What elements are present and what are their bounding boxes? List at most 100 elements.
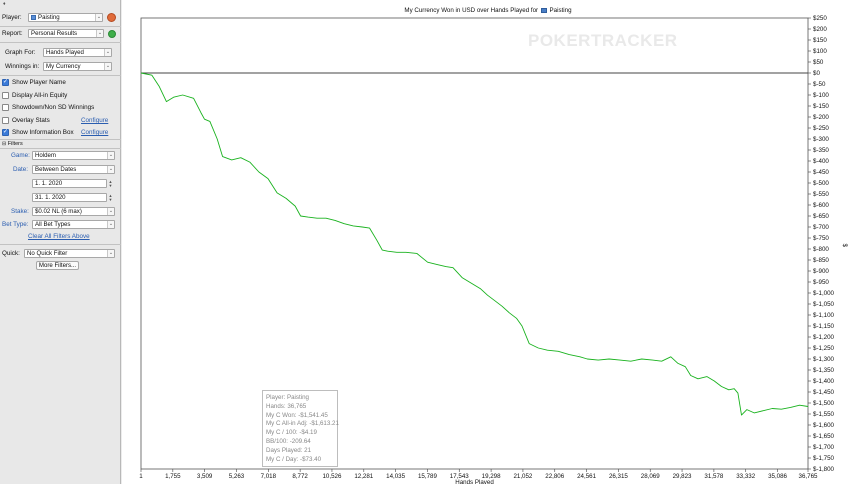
overlay-stats-configure-link[interactable]: Configure xyxy=(81,117,108,124)
chevron-down-icon: ⌄ xyxy=(107,166,114,173)
graph-for-select[interactable]: Hands Played ⌄ xyxy=(43,48,112,57)
x-tick-label: 1,755 xyxy=(165,473,181,480)
quick-filter-select[interactable]: No Quick Filter ⌄ xyxy=(24,249,115,258)
y-tick-label: $-700 xyxy=(813,224,829,231)
winnings-in-select[interactable]: My Currency ⌄ xyxy=(43,62,112,71)
y-tick-label: $-1,350 xyxy=(813,367,835,374)
x-tick-label: 31,578 xyxy=(704,473,723,480)
chevron-down-icon: ⌄ xyxy=(104,49,111,56)
option-label: Show Information Box xyxy=(12,129,74,136)
chevron-down-icon: ⌄ xyxy=(96,30,103,37)
y-tick-label: $-800 xyxy=(813,246,829,253)
game-label: Game: xyxy=(11,152,30,159)
option-display-all-in-equity[interactable]: Display All-in Equity xyxy=(2,92,67,99)
y-tick-label: $-900 xyxy=(813,268,829,275)
option-label: Overlay Stats xyxy=(12,117,50,124)
player-select[interactable]: Paisting ⌄ xyxy=(28,13,103,22)
x-tick-label: 21,052 xyxy=(513,473,532,480)
info-line: BB/100: -209.64 xyxy=(266,437,311,445)
chart-panel: My Currency Won in USD over Hands Played… xyxy=(122,0,854,484)
y-tick-label: $-950 xyxy=(813,279,829,286)
winnings-in-value: My Currency xyxy=(46,63,81,70)
y-tick-label: $-400 xyxy=(813,158,829,165)
y-tick-label: $-500 xyxy=(813,180,829,187)
y-tick-label: $-650 xyxy=(813,213,829,220)
filters-header-label: Filters xyxy=(7,141,23,147)
info-line: Player: Paisting xyxy=(266,394,309,401)
report-label: Report: xyxy=(2,30,23,37)
info-line: My C All-in Adj: -$1,613.21 xyxy=(266,420,339,428)
y-tick-label: $-850 xyxy=(813,257,829,264)
info-line: My C Won: -$1,541.45 xyxy=(266,411,328,419)
checkbox-icon[interactable] xyxy=(2,117,9,124)
y-tick-label: $-350 xyxy=(813,147,829,154)
date-value: Between Dates xyxy=(35,166,77,173)
more-filters-button[interactable]: More Filters... xyxy=(36,261,79,270)
sidebar: ♦ Player: Paisting ⌄ Report: Personal Re… xyxy=(0,0,121,484)
clear-filters-link[interactable]: Clear All Filters Above xyxy=(28,233,90,240)
player-avatar-icon xyxy=(31,14,36,20)
option-showdown-winnings[interactable]: Showdown/Non SD Winnings xyxy=(2,104,94,111)
plot-area: $250 $200 $150 $100 $50 $0 $-50 $-100 $-150 $-200… xyxy=(139,15,848,484)
player-profile-icon[interactable] xyxy=(107,13,116,22)
x-tick-label: 22,806 xyxy=(545,473,564,480)
x-tick-label: 33,332 xyxy=(736,473,755,480)
option-overlay-stats[interactable]: Overlay Stats xyxy=(2,117,50,124)
y-tick-label: $50 xyxy=(813,59,824,66)
date-from-value: 1. 1. 2020 xyxy=(35,180,63,187)
bet-type-select[interactable]: All Bet Types ⌄ xyxy=(32,220,115,229)
chevron-down-icon: ⌄ xyxy=(107,250,114,257)
checkbox-icon[interactable] xyxy=(2,92,9,99)
checkbox-icon[interactable] xyxy=(2,104,9,111)
y-tick-label: $-1,100 xyxy=(813,312,835,319)
option-show-information-box[interactable]: ✓ Show Information Box xyxy=(2,129,74,136)
option-label: Display All-in Equity xyxy=(12,92,68,99)
y-tick-label: $-1,200 xyxy=(813,334,835,341)
chevron-down-icon: ⌄ xyxy=(107,221,114,228)
date-from-stepper-icon[interactable]: ▲ ▼ xyxy=(108,180,113,188)
x-tick-label: 26,315 xyxy=(609,473,628,480)
checkbox-checked-icon[interactable]: ✓ xyxy=(2,79,9,86)
y-tick-label: $-100 xyxy=(813,92,829,99)
player-value: Paisting xyxy=(38,14,60,21)
date-to-value: 31. 1. 2020 xyxy=(35,194,66,201)
option-show-player-name[interactable]: ✓ Show Player Name xyxy=(2,79,66,86)
report-select[interactable]: Personal Results ⌄ xyxy=(28,29,104,38)
game-select[interactable]: Holdem ⌄ xyxy=(32,151,115,160)
y-tick-label: $-600 xyxy=(813,202,829,209)
date-to-input[interactable]: 31. 1. 2020 xyxy=(32,193,107,202)
refresh-icon[interactable] xyxy=(108,30,116,38)
chevron-down-icon: ⌄ xyxy=(107,208,114,215)
x-axis-label: Hands Played xyxy=(455,479,494,484)
y-tick-label: $-1,450 xyxy=(813,389,835,396)
info-box-configure-link[interactable]: Configure xyxy=(81,129,108,136)
date-to-stepper-icon[interactable]: ▲ ▼ xyxy=(108,194,113,202)
y-tick-label: $0 xyxy=(813,70,820,77)
y-tick-label: $-1,000 xyxy=(813,290,835,297)
information-box: Player: Paisting Hands: 36,765 My C Won:… xyxy=(262,390,339,467)
x-tick-label: 10,526 xyxy=(322,473,341,480)
x-tick-label: 28,069 xyxy=(641,473,660,480)
checkbox-checked-icon[interactable]: ✓ xyxy=(2,129,9,136)
date-select[interactable]: Between Dates ⌄ xyxy=(32,165,115,174)
date-from-input[interactable]: 1. 1. 2020 xyxy=(32,179,107,188)
x-tick-label: 14,035 xyxy=(386,473,405,480)
game-value: Holdem xyxy=(35,152,56,159)
x-tick-label: 36,765 xyxy=(799,473,818,480)
y-tick-label: $250 xyxy=(813,15,827,22)
y-tick-label: $-550 xyxy=(813,191,829,198)
filters-header[interactable]: ⊟ Filters xyxy=(2,141,23,147)
y-tick-label: $-750 xyxy=(813,235,829,242)
stake-select[interactable]: $0.02 NL (6 max) ⌄ xyxy=(32,207,115,216)
y-tick-label: $-200 xyxy=(813,114,829,121)
y-tick-label: $-1,650 xyxy=(813,433,835,440)
y-tick-label: $-150 xyxy=(813,103,829,110)
y-tick-label: $-1,800 xyxy=(813,466,835,473)
x-tick-label: 29,823 xyxy=(673,473,692,480)
collapse-icon: ⊟ xyxy=(2,141,7,147)
y-tick-label: $-450 xyxy=(813,169,829,176)
y-tick-label: $-50 xyxy=(813,81,826,88)
date-label: Date: xyxy=(13,166,29,173)
player-label: Player: xyxy=(2,14,22,21)
y-tick-label: $-1,700 xyxy=(813,444,835,451)
